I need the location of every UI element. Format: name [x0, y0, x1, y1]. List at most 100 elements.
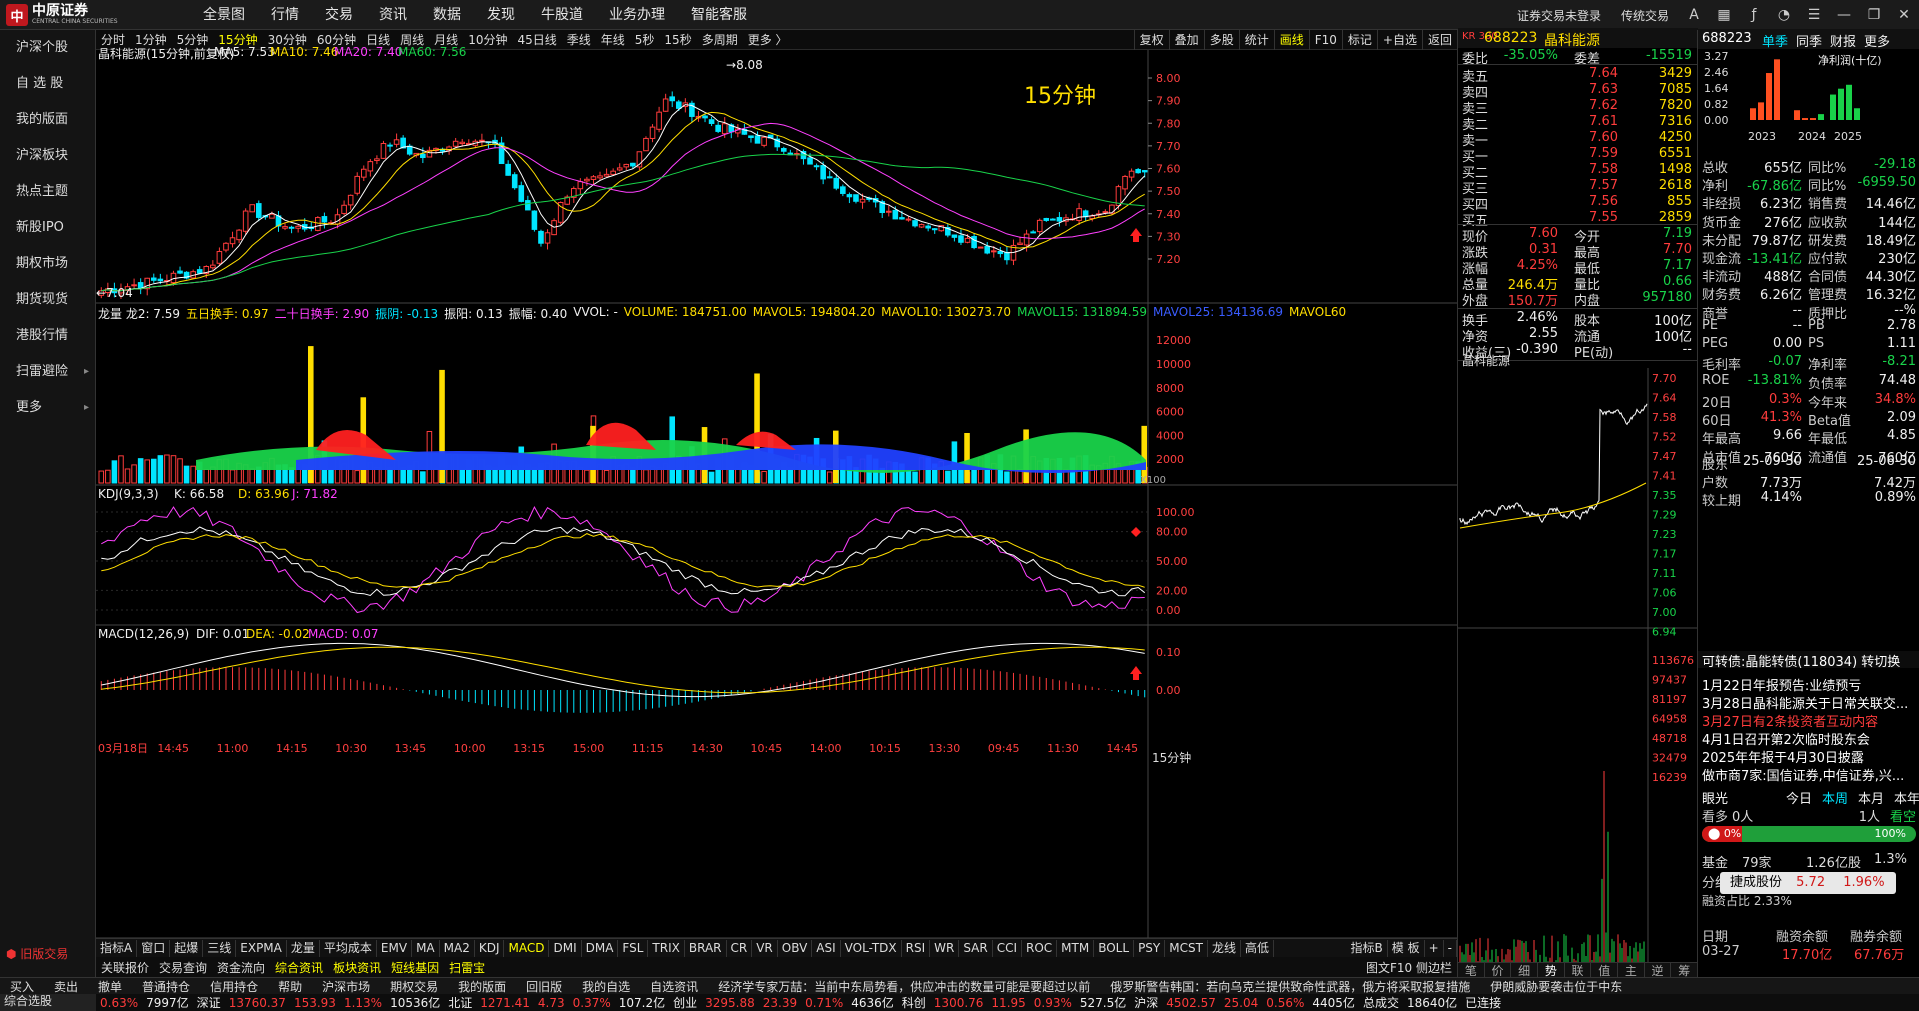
- func-button-6[interactable]: 沪深市场: [312, 978, 380, 994]
- sub-tab-1[interactable]: 交易查询: [154, 959, 212, 976]
- indicator-tab-19[interactable]: OBV: [778, 939, 813, 957]
- indicator-tab-18[interactable]: VR: [752, 939, 778, 957]
- sidebar-toggle-button[interactable]: 图文F10 侧边栏: [1361, 959, 1457, 976]
- function-icon[interactable]: ƒ: [1739, 0, 1769, 30]
- indicator-right-3[interactable]: -: [1444, 939, 1457, 957]
- indicator-tab-4[interactable]: EXPMA: [236, 939, 287, 957]
- indicator-tab-26[interactable]: ROC: [1022, 939, 1058, 957]
- indicator-tab-31[interactable]: 龙线: [1208, 939, 1241, 957]
- menu-item-4[interactable]: 数据: [420, 0, 474, 30]
- indicator-tab-24[interactable]: SAR: [959, 939, 993, 957]
- chart-tool-2[interactable]: 多股: [1203, 30, 1239, 50]
- indicator-right-0[interactable]: 指标B: [1347, 939, 1388, 957]
- func-button-0[interactable]: 买入: [0, 978, 44, 994]
- func-button-1[interactable]: 卖出: [44, 978, 88, 994]
- popup-stock-card[interactable]: 捷成股份 5.72 1.96%: [1720, 872, 1896, 894]
- indicator-tab-16[interactable]: BRAR: [685, 939, 727, 957]
- news-item-2[interactable]: 3月27日有2条投资者互动内容: [1698, 711, 1919, 730]
- sidebar-item-7[interactable]: 期货现货: [0, 282, 95, 318]
- sidebar-item-5[interactable]: 新股IPO: [0, 210, 95, 246]
- indicator-tab-30[interactable]: MCST: [1165, 939, 1208, 957]
- func-button-2[interactable]: 撤单: [88, 978, 132, 994]
- minimize-icon[interactable]: —: [1829, 0, 1859, 30]
- menu-item-1[interactable]: 行情: [258, 0, 312, 30]
- restore-icon[interactable]: ❐: [1859, 0, 1889, 30]
- period-tab-10[interactable]: 45日线: [512, 31, 561, 48]
- eye-tab-1[interactable]: 本周: [1822, 788, 1848, 807]
- chart-tool-7[interactable]: +自选: [1376, 30, 1422, 50]
- market-maker[interactable]: 做市商7家:国信证券,中信证券,兴...: [1698, 765, 1919, 784]
- func-button-5[interactable]: 帮助: [268, 978, 312, 994]
- sidebar-item-0[interactable]: 沪深个股: [0, 30, 95, 66]
- indicator-tab-6[interactable]: 平均成本: [320, 939, 377, 957]
- grid-icon[interactable]: ▦: [1709, 0, 1739, 30]
- old-version-trade-button[interactable]: ⬢ 旧版交易: [0, 944, 96, 964]
- period-tab-9[interactable]: 10分钟: [463, 31, 512, 48]
- news-item-3[interactable]: 4月1日召开第2次临时股东会: [1698, 729, 1919, 748]
- sub-tab-2[interactable]: 资金流向: [212, 959, 270, 976]
- menu-item-6[interactable]: 牛股道: [528, 0, 596, 30]
- indicator-tab-8[interactable]: MA: [412, 939, 440, 957]
- menu-item-2[interactable]: 交易: [312, 0, 366, 30]
- func-button-10[interactable]: 我的自选: [572, 978, 640, 994]
- indicator-tab-7[interactable]: EMV: [377, 939, 413, 957]
- indicator-tab-2[interactable]: 起爆: [170, 939, 204, 957]
- chart-tool-0[interactable]: 复权: [1133, 30, 1169, 50]
- close-icon[interactable]: ✕: [1889, 0, 1919, 30]
- convertible-bond[interactable]: 可转债:晶能转债(118034) 转切换: [1698, 651, 1919, 670]
- chart-tool-3[interactable]: 统计: [1238, 30, 1274, 50]
- indicator-tab-17[interactable]: CR: [727, 939, 753, 957]
- chart-tool-1[interactable]: 叠加: [1168, 30, 1204, 50]
- indicator-tab-29[interactable]: PSY: [1134, 939, 1166, 957]
- sidebar-item-3[interactable]: 沪深板块: [0, 138, 95, 174]
- sidebar-item-8[interactable]: 港股行情: [0, 318, 95, 354]
- indicator-tab-22[interactable]: RSI: [902, 939, 931, 957]
- combined-select-button[interactable]: 综合选股: [0, 991, 96, 1011]
- sub-tab-6[interactable]: 扫雷宝: [444, 959, 490, 976]
- indicator-tab-0[interactable]: 指标A: [96, 939, 138, 957]
- eye-tab-0[interactable]: 今日: [1786, 788, 1812, 807]
- trade-login-status[interactable]: 证券交易未登录: [1507, 7, 1611, 24]
- sub-tab-4[interactable]: 板块资讯: [328, 959, 386, 976]
- news-item-0[interactable]: 1月22日年报预告:业绩预亏: [1698, 675, 1919, 694]
- indicator-tab-9[interactable]: MA2: [440, 939, 475, 957]
- sub-tab-0[interactable]: 关联报价: [96, 959, 154, 976]
- sub-tab-3[interactable]: 综合资讯: [270, 959, 328, 976]
- menu-icon[interactable]: ☰: [1799, 0, 1829, 30]
- menu-item-3[interactable]: 资讯: [366, 0, 420, 30]
- menu-item-8[interactable]: 智能客服: [678, 0, 760, 30]
- indicator-tab-3[interactable]: 三线: [203, 939, 237, 957]
- sidebar-item-4[interactable]: 热点主题: [0, 174, 95, 210]
- chart-tool-4[interactable]: 画线: [1273, 30, 1309, 50]
- sidebar-item-9[interactable]: 扫雷避险 ▸: [0, 354, 95, 390]
- func-button-7[interactable]: 期权交易: [380, 978, 448, 994]
- news-item-1[interactable]: 3月28日晶科能源关于日常关联交...: [1698, 693, 1919, 712]
- chart-tool-6[interactable]: 标记: [1341, 30, 1377, 50]
- indicator-tab-21[interactable]: VOL-TDX: [841, 939, 902, 957]
- indicator-tab-1[interactable]: 窗口: [137, 939, 171, 957]
- func-button-11[interactable]: 自选资讯: [640, 978, 708, 994]
- kline-chart-area[interactable]: 8.00 7.90 7.80 7.70 7.60 7.50 7.40 7.30 7.20 1200…: [96, 45, 1457, 940]
- period-tab-13[interactable]: 5秒: [630, 31, 660, 48]
- indicator-tab-32[interactable]: 高低: [1241, 939, 1274, 957]
- sub-tab-5[interactable]: 短线基因: [386, 959, 444, 976]
- func-button-4[interactable]: 信用持仓: [200, 978, 268, 994]
- chart-tool-5[interactable]: F10: [1308, 30, 1342, 50]
- period-tab-16[interactable]: 更多 〉: [743, 31, 793, 48]
- news-ticker-2[interactable]: 伊朗威胁要袭击位于中东: [1480, 978, 1632, 994]
- sidebar-item-6[interactable]: 期权市场: [0, 246, 95, 282]
- menu-item-0[interactable]: 全景图: [190, 0, 258, 30]
- indicator-tab-27[interactable]: MTM: [1057, 939, 1095, 957]
- news-item-4[interactable]: 2025年年报于4月30日披露: [1698, 747, 1919, 766]
- sidebar-item-10[interactable]: 更多 ▸: [0, 390, 95, 426]
- period-tab-14[interactable]: 15秒: [659, 31, 696, 48]
- news-ticker-0[interactable]: 经济学专家万喆：当前中东局势看，供应冲击的数量可能是要超过以前: [708, 978, 1100, 994]
- menu-item-7[interactable]: 业务办理: [596, 0, 678, 30]
- indicator-right-2[interactable]: +: [1425, 939, 1444, 957]
- indicator-tab-15[interactable]: TRIX: [648, 939, 685, 957]
- indicator-tab-5[interactable]: 龙量: [287, 939, 320, 957]
- period-tab-11[interactable]: 季线: [562, 31, 596, 48]
- indicator-tab-11[interactable]: MACD: [504, 939, 550, 957]
- indicator-tab-20[interactable]: ASI: [812, 939, 841, 957]
- font-size-icon[interactable]: A: [1679, 0, 1709, 30]
